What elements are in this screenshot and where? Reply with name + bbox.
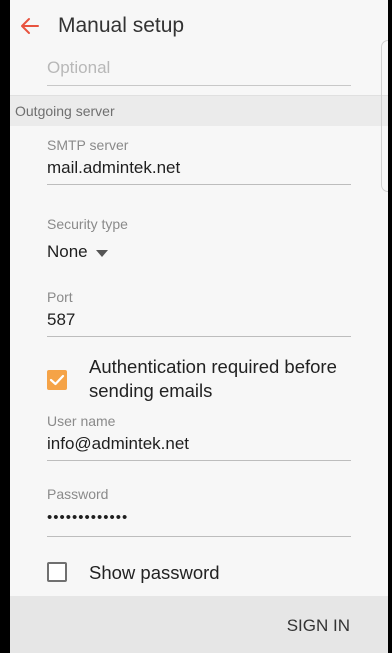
checkmark-icon bbox=[49, 374, 65, 386]
app-bar: Manual setup bbox=[10, 0, 388, 58]
security-type-label: Security type bbox=[47, 216, 128, 232]
sign-in-button[interactable]: SIGN IN bbox=[287, 616, 350, 636]
password-field[interactable]: Password ••••••••••••• bbox=[47, 486, 351, 537]
username-underline bbox=[47, 460, 351, 461]
username-label: User name bbox=[47, 413, 116, 429]
security-type-value: None bbox=[47, 242, 88, 261]
email-setup-screen: Manual setup Optional Outgoing server SM… bbox=[10, 0, 388, 653]
password-label: Password bbox=[47, 486, 109, 502]
back-arrow-icon[interactable] bbox=[18, 14, 42, 38]
edge-panel-handle[interactable] bbox=[381, 40, 388, 192]
password-input[interactable]: ••••••••••••• bbox=[47, 509, 351, 526]
dropdown-arrow-icon bbox=[95, 249, 108, 257]
security-type-field[interactable]: Security type None bbox=[47, 216, 351, 262]
outgoing-server-header: Outgoing server bbox=[10, 95, 388, 126]
page-title: Manual setup bbox=[58, 14, 185, 37]
username-field[interactable]: User name info@admintek.net bbox=[47, 413, 351, 461]
smtp-server-field[interactable]: SMTP server mail.admintek.net bbox=[47, 137, 351, 185]
auth-required-checkbox[interactable] bbox=[47, 370, 67, 390]
incoming-field-underline bbox=[47, 85, 351, 86]
smtp-server-input[interactable]: mail.admintek.net bbox=[47, 158, 351, 178]
show-password-label[interactable]: Show password bbox=[89, 562, 220, 584]
incoming-optional-field[interactable]: Optional bbox=[47, 58, 110, 78]
section-label: Outgoing server bbox=[15, 103, 115, 119]
smtp-server-label: SMTP server bbox=[47, 137, 129, 153]
smtp-underline bbox=[47, 184, 351, 185]
bottom-action-bar: SIGN IN bbox=[10, 596, 388, 653]
security-type-dropdown[interactable]: None bbox=[47, 242, 351, 262]
username-input[interactable]: info@admintek.net bbox=[47, 434, 351, 454]
auth-required-label[interactable]: Authentication required before sending e… bbox=[89, 355, 369, 403]
port-underline bbox=[47, 336, 351, 337]
port-input[interactable]: 587 bbox=[47, 310, 351, 330]
password-underline bbox=[47, 536, 351, 537]
port-label: Port bbox=[47, 289, 73, 305]
show-password-checkbox[interactable] bbox=[47, 562, 67, 582]
port-field[interactable]: Port 587 bbox=[47, 289, 351, 337]
